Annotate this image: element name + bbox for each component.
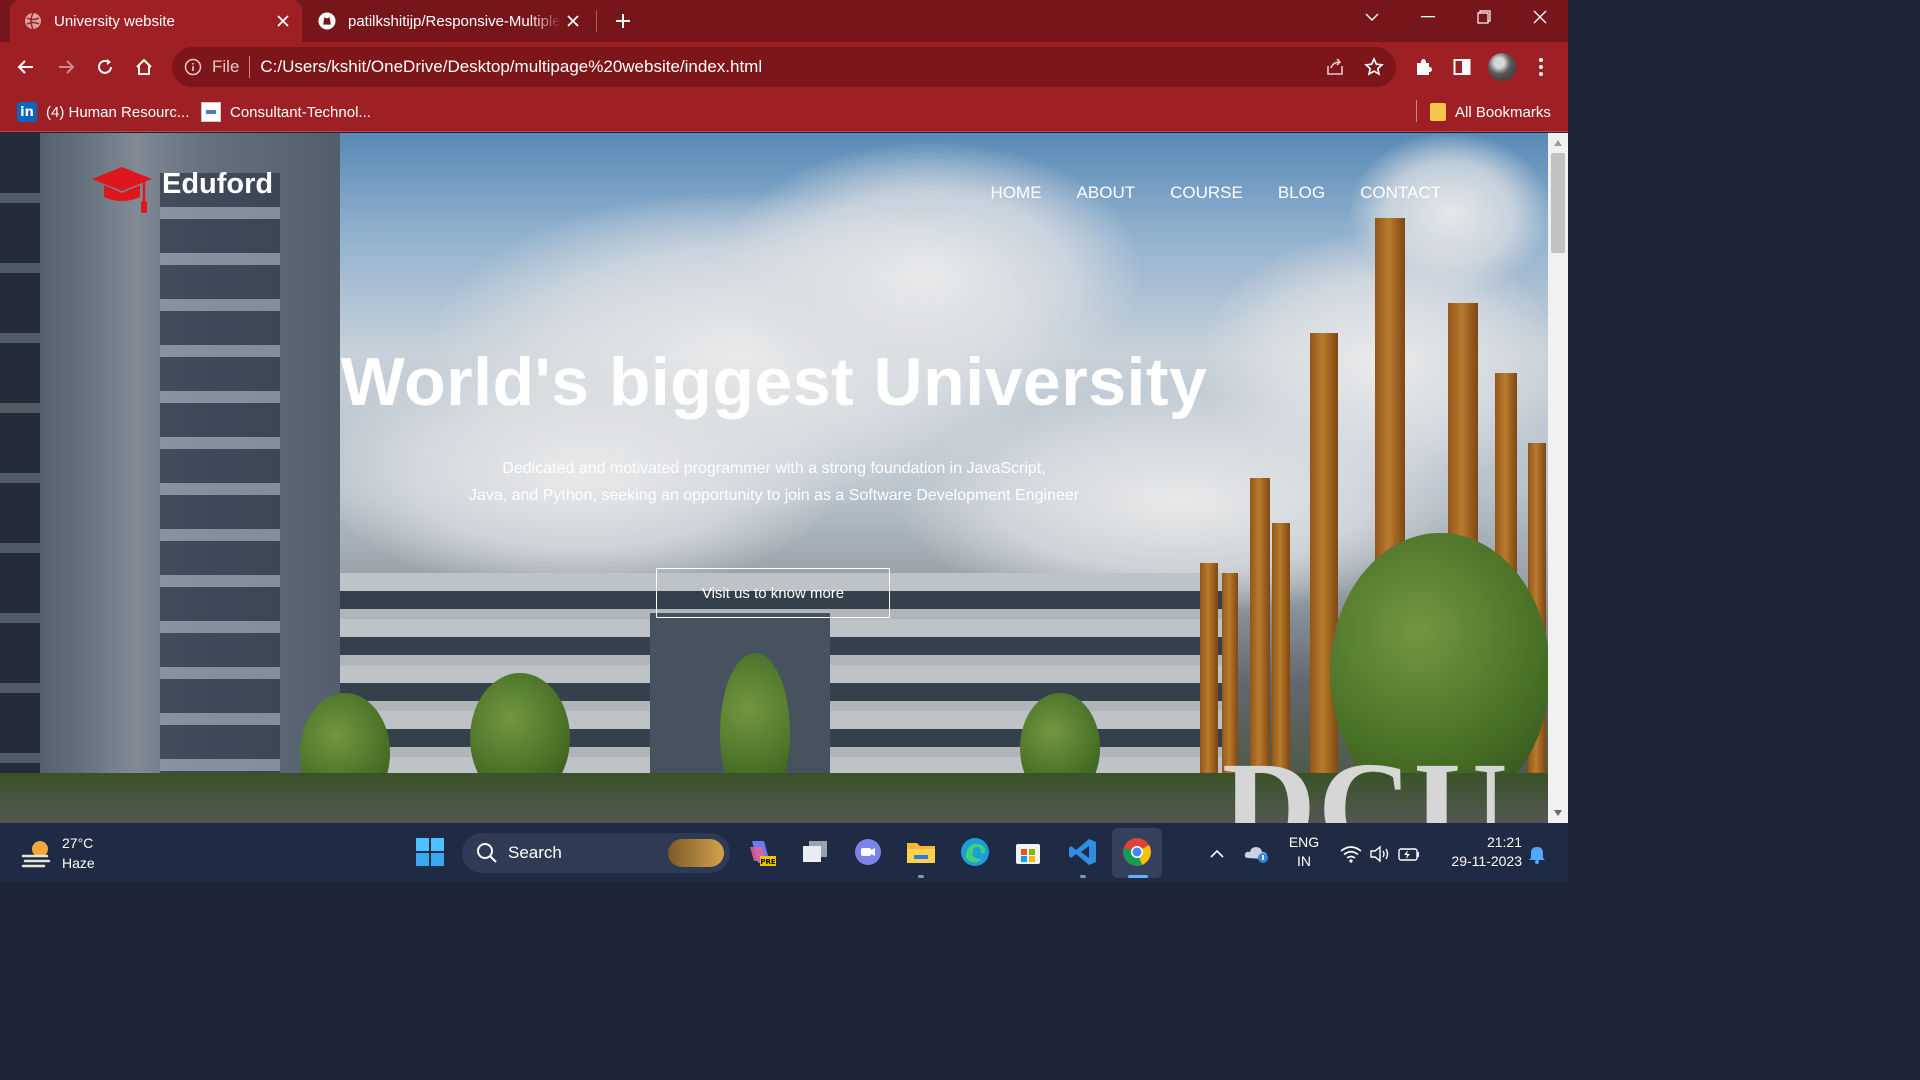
nav-course[interactable]: COURSE (1170, 183, 1243, 203)
input-language[interactable]: ENG IN (1284, 833, 1324, 871)
main-nav: HOME ABOUT COURSE BLOG CONTACT (991, 183, 1441, 203)
search-placeholder: Search (508, 843, 562, 862)
new-tab-icon[interactable] (609, 7, 637, 35)
clock-time: 21:21 (1486, 834, 1522, 850)
system-clock[interactable]: 21:21 29-11-2023 (1432, 833, 1522, 871)
bookmark-human-resources[interactable]: in (4) Human Resourc... (17, 100, 189, 124)
region-code: IN (1297, 853, 1311, 869)
nav-about[interactable]: ABOUT (1077, 183, 1136, 203)
back-icon[interactable] (12, 53, 40, 81)
star-icon[interactable] (1363, 56, 1385, 78)
running-indicator (918, 875, 924, 878)
bookmarks-separator (1416, 100, 1417, 122)
onedrive-icon[interactable] (1240, 837, 1274, 871)
visit-us-button[interactable]: Visit us to know more (656, 568, 890, 618)
extensions-icon[interactable] (1409, 53, 1437, 81)
tab-strip: University website patilkshitijp/Respons… (0, 0, 1568, 42)
nav-blog[interactable]: BLOG (1278, 183, 1325, 203)
haze-sun-icon (20, 836, 54, 870)
bookmark-label: Consultant-Technol... (230, 103, 371, 121)
microsoft-store-icon[interactable] (1011, 835, 1045, 869)
minimize-icon[interactable] (1400, 0, 1456, 34)
battery-charging-icon[interactable] (1392, 837, 1426, 871)
bookmark-consultant[interactable]: Consultant-Technol... (201, 100, 371, 124)
browser-toolbar: File C:/Users/kshit/OneDrive/Desktop/mul… (0, 42, 1568, 92)
page-scrollbar[interactable] (1548, 133, 1568, 823)
file-explorer-icon[interactable] (904, 835, 938, 869)
brand-name: Eduford (162, 167, 274, 200)
scrollbar-thumb[interactable] (1551, 153, 1565, 253)
scroll-up-icon[interactable] (1548, 135, 1568, 151)
bookmark-label: (4) Human Resourc... (46, 103, 190, 121)
profile-avatar[interactable] (1488, 53, 1516, 81)
vscode-icon[interactable] (1066, 835, 1100, 869)
chrome-icon[interactable] (1120, 835, 1154, 869)
graduation-cap-icon (92, 163, 152, 215)
show-hidden-icons-chevron[interactable] (1200, 837, 1234, 871)
more-menu-icon[interactable] (1527, 53, 1555, 81)
doc-icon (201, 102, 221, 122)
reload-icon[interactable] (91, 53, 119, 81)
tab-university-website[interactable]: University website (10, 0, 302, 42)
home-icon[interactable] (130, 53, 158, 81)
search-highlight-art (668, 839, 724, 867)
running-indicator (1080, 875, 1086, 878)
tab-search-chevron-icon[interactable] (1344, 0, 1400, 34)
nav-contact[interactable]: CONTACT (1360, 183, 1441, 203)
linkedin-icon: in (17, 102, 37, 122)
language-code: ENG (1288, 834, 1320, 850)
bookmarks-bar: in (4) Human Resourc... Consultant-Techn… (0, 92, 1568, 132)
weather-widget[interactable]: 27°C Haze (20, 833, 95, 873)
folder-icon (1430, 103, 1446, 121)
clock-date: 29-11-2023 (1451, 853, 1522, 869)
site-logo[interactable]: Eduford (92, 163, 273, 215)
tab-title: patilkshitijp/Responsive-Multiple (348, 12, 561, 30)
globe-icon (24, 12, 42, 30)
task-view-icon[interactable] (798, 835, 832, 869)
tab-separator (596, 10, 597, 32)
weather-temp: 27°C (62, 835, 94, 851)
share-icon[interactable] (1324, 56, 1346, 78)
hero-subtitle-line: Dedicated and motivated programmer with … (502, 460, 1046, 477)
scroll-down-icon[interactable] (1548, 805, 1568, 821)
edge-icon[interactable] (958, 835, 992, 869)
notification-bell-icon[interactable] (1520, 837, 1554, 871)
forward-icon[interactable] (52, 53, 80, 81)
address-bar[interactable]: File C:/Users/kshit/OneDrive/Desktop/mul… (172, 47, 1396, 87)
close-tab-icon[interactable] (272, 10, 294, 32)
weather-condition: Haze (62, 855, 95, 871)
tab-github-repo[interactable]: patilkshitijp/Responsive-Multiple (306, 0, 592, 42)
active-indicator (1128, 875, 1148, 878)
search-icon (477, 843, 497, 863)
hero-subtitle-line: Java, and Python, seeking an opportunity… (468, 487, 1080, 504)
url-scheme: File (212, 57, 240, 76)
windows-start-icon[interactable] (413, 835, 447, 869)
taskbar-search[interactable]: Search (462, 833, 730, 873)
page-viewport: DCU Eduford HOME ABOUT COURSE BLOG CONTA… (0, 133, 1548, 823)
all-bookmarks-label: All Bookmarks (1455, 103, 1551, 121)
tab-title: University website (54, 12, 175, 30)
github-icon (318, 12, 336, 30)
url-text[interactable]: C:/Users/kshit/OneDrive/Desktop/multipag… (260, 57, 762, 77)
restore-icon[interactable] (1456, 0, 1512, 34)
hero-title: World's biggest University (340, 344, 1208, 420)
svg-text:PRE: PRE (760, 858, 776, 866)
url-divider (249, 56, 251, 78)
close-tab-icon[interactable] (562, 10, 584, 32)
nav-home[interactable]: HOME (991, 183, 1042, 203)
info-icon[interactable] (184, 58, 202, 76)
windows-taskbar: 27°C Haze Search PRE ENG IN 21:21 29-11-… (0, 823, 1568, 882)
copilot-icon[interactable]: PRE (744, 835, 778, 869)
hero-subtitle: Dedicated and motivated programmer with … (0, 455, 1548, 509)
side-panel-icon[interactable] (1448, 53, 1476, 81)
close-window-icon[interactable] (1512, 0, 1568, 34)
all-bookmarks-button[interactable]: All Bookmarks (1430, 100, 1551, 124)
teams-chat-icon[interactable] (851, 835, 885, 869)
